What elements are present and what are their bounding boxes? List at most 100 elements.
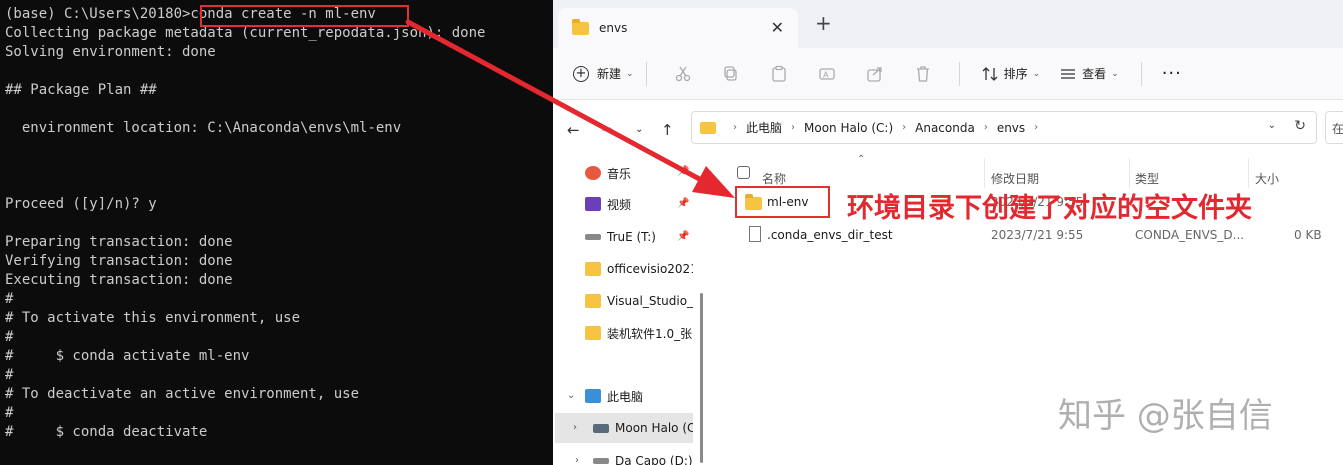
- nav-scrollbar[interactable]: [700, 293, 703, 463]
- file-name: .conda_envs_dir_test: [767, 228, 893, 242]
- sidebar-item-drive-c[interactable]: › Moon Halo (C: [555, 413, 693, 443]
- folder-icon: [700, 121, 716, 134]
- forward-arrow-icon[interactable]: →: [601, 121, 614, 139]
- cut-icon[interactable]: [659, 65, 707, 83]
- new-button[interactable]: + 新建 ⌄: [573, 65, 634, 82]
- chevron-down-icon: ⌄: [626, 68, 634, 79]
- terminal-line: # $ conda deactivate: [5, 424, 208, 440]
- music-icon: [585, 166, 601, 180]
- chevron-down-icon: ⌄: [1111, 68, 1119, 79]
- folder-icon: [585, 326, 601, 340]
- terminal-line: # To activate this environment, use: [5, 310, 301, 326]
- chevron-down-icon[interactable]: ⌄: [1268, 120, 1276, 131]
- sidebar-item-label: Da Capo (D:): [615, 454, 693, 465]
- sidebar-item-label: Moon Halo (C: [615, 421, 693, 435]
- terminal-line: #: [5, 291, 14, 307]
- video-icon: [585, 197, 601, 211]
- terminal-line: Verifying transaction: done: [5, 253, 233, 269]
- drive-icon: [585, 234, 601, 240]
- folder-icon: [585, 294, 601, 308]
- toolbar-divider: [1140, 61, 1142, 86]
- recent-chevron-icon[interactable]: ⌄: [635, 124, 643, 135]
- column-header-type[interactable]: 类型: [1135, 170, 1159, 187]
- plus-icon: +: [573, 65, 589, 82]
- column-divider[interactable]: [984, 158, 985, 188]
- sidebar-item-software[interactable]: 装机软件1.0_张: [585, 318, 693, 348]
- table-row[interactable]: .conda_envs_dir_test 2023/7/21 9:55 COND…: [705, 222, 1343, 248]
- address-row: ← → ⌄ ↑ › 此电脑 › Moon Halo (C:) › Anacond…: [553, 100, 1343, 158]
- select-all-checkbox[interactable]: [737, 166, 750, 179]
- column-header-size[interactable]: 大小: [1255, 170, 1279, 187]
- file-icon: [749, 226, 761, 242]
- sidebar-item-drive-d[interactable]: › Da Capo (D:): [573, 446, 693, 465]
- delete-icon[interactable]: [899, 65, 947, 83]
- breadcrumb-drive-c[interactable]: Moon Halo (C:): [804, 121, 893, 135]
- chevron-right-icon: ›: [1034, 122, 1039, 133]
- sort-button[interactable]: 排序 ⌄: [982, 65, 1040, 82]
- toolbar-divider: [958, 61, 960, 86]
- terminal-line: # $ conda activate ml-env: [5, 348, 250, 364]
- share-icon[interactable]: [851, 65, 899, 83]
- annotation-text: 环境目录下创建了对应的空文件夹: [847, 193, 1252, 224]
- sort-icon: [982, 66, 998, 81]
- folder-icon: [585, 262, 601, 276]
- refresh-icon[interactable]: ↻: [1294, 118, 1306, 134]
- breadcrumb-envs[interactable]: envs: [997, 121, 1025, 135]
- drive-icon: [593, 423, 609, 433]
- drive-icon: [593, 458, 609, 464]
- pin-icon: 📌: [677, 231, 690, 242]
- column-divider[interactable]: [1248, 158, 1249, 188]
- file-modified: 2023/7/21 9:55: [991, 228, 1084, 242]
- terminal-window[interactable]: (base) C:\Users\20180>conda create -n ml…: [0, 0, 553, 465]
- search-input[interactable]: 在: [1325, 111, 1343, 144]
- view-button[interactable]: 查看 ⌄: [1060, 65, 1119, 82]
- sidebar-item-visual-studio[interactable]: Visual_Studio_E: [585, 286, 693, 316]
- terminal-line: #: [5, 367, 14, 383]
- paste-icon[interactable]: [755, 65, 803, 83]
- terminal-line: ## Package Plan ##: [5, 82, 157, 98]
- chevron-down-icon[interactable]: ⌄: [567, 390, 575, 401]
- terminal-line: environment location: C:\Anaconda\envs\m…: [5, 120, 402, 136]
- terminal-line: Proceed ([y]/n)? y: [5, 196, 157, 212]
- breadcrumb-this-pc[interactable]: 此电脑: [746, 119, 782, 136]
- rename-icon[interactable]: A: [803, 65, 851, 83]
- back-arrow-icon[interactable]: ←: [567, 121, 580, 139]
- tab-envs[interactable]: envs ✕: [558, 8, 798, 48]
- up-arrow-icon[interactable]: ↑: [661, 121, 674, 139]
- toolbar-divider: [645, 61, 647, 86]
- sort-up-icon: ⌃: [857, 154, 866, 165]
- sidebar-item-label: 音乐: [607, 166, 632, 181]
- copy-icon[interactable]: [707, 65, 755, 83]
- file-size: 0 KB: [1294, 228, 1322, 242]
- view-label: 查看: [1082, 67, 1107, 81]
- svg-text:A: A: [823, 70, 829, 79]
- terminal-line: #: [5, 405, 14, 421]
- address-bar[interactable]: › 此电脑 › Moon Halo (C:) › Anaconda › envs…: [691, 111, 1317, 144]
- terminal-line: Preparing transaction: done: [5, 234, 233, 250]
- new-label: 新建: [597, 67, 622, 81]
- sidebar-item-label: 视频: [607, 197, 632, 212]
- sidebar-item-label: 此电脑: [607, 389, 644, 404]
- new-tab-button[interactable]: +: [815, 13, 832, 33]
- chevron-right-icon: ›: [733, 122, 737, 133]
- breadcrumb-anaconda[interactable]: Anaconda: [915, 121, 975, 135]
- command-bar: + 新建 ⌄ A 排序 ⌄ 查看 ⌄ ···: [553, 48, 1343, 100]
- chevron-right-icon[interactable]: ›: [573, 422, 577, 433]
- column-header-name[interactable]: 名称: [762, 170, 786, 187]
- chevron-right-icon: ›: [791, 122, 796, 133]
- close-icon[interactable]: ✕: [771, 18, 784, 37]
- column-header-modified[interactable]: 修改日期: [991, 170, 1039, 187]
- chevron-right-icon[interactable]: ›: [575, 455, 579, 465]
- sidebar-item-label: TruE (T:): [607, 230, 656, 244]
- view-icon: [1061, 68, 1076, 79]
- pin-icon: 📌: [677, 166, 690, 177]
- sidebar-item-label: Visual_Studio_E: [607, 294, 693, 308]
- column-divider[interactable]: [1129, 158, 1130, 188]
- sidebar-item-officevisio[interactable]: officevisio2021: [585, 254, 693, 284]
- more-options-button[interactable]: ···: [1162, 63, 1182, 84]
